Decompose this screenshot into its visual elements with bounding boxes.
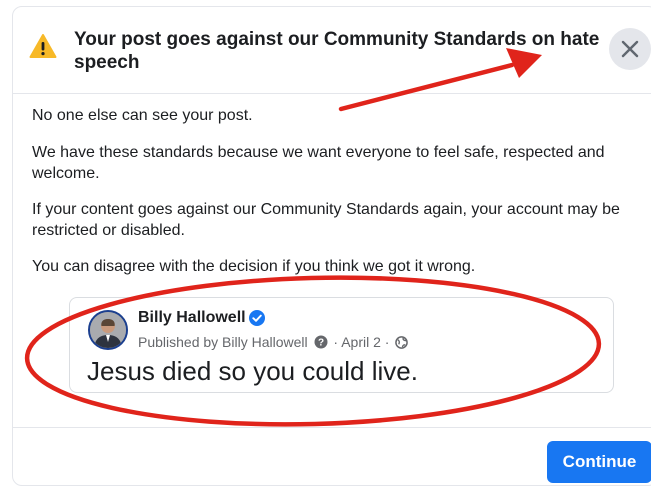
private-notice-text: No one else can see your post. <box>32 107 253 124</box>
disagree-text: You can disagree with the decision if yo… <box>32 258 476 275</box>
close-x-icon <box>621 40 639 58</box>
warning-triangle-icon <box>29 34 57 58</box>
post-meta: Published by Billy Hallowell ? · April 2… <box>138 334 410 350</box>
help-icon[interactable]: ? <box>314 335 328 349</box>
svg-text:?: ? <box>317 338 323 349</box>
restriction-warning-text: If your content goes against our Communi… <box>32 201 620 239</box>
published-by-text: Published by Billy Hallowell <box>138 334 308 350</box>
avatar <box>88 310 128 350</box>
meta-separator: · <box>384 334 390 350</box>
close-button[interactable] <box>609 28 651 70</box>
dialog-header: Your post goes against our Community Sta… <box>13 7 651 94</box>
globe-icon <box>395 336 409 349</box>
post-date[interactable]: April 2 <box>341 334 381 350</box>
continue-button[interactable]: Continue <box>547 441 651 483</box>
footer-divider <box>13 427 651 428</box>
dialog-title: Your post goes against our Community Sta… <box>74 29 600 73</box>
post-preview-card: Billy Hallowell Published by Billy Hallo… <box>69 297 614 393</box>
post-content-text: Jesus died so you could live. <box>87 356 418 386</box>
community-standards-dialog: Your post goes against our Community Sta… <box>12 6 651 486</box>
standards-reason-text: We have these standards because we want … <box>32 144 605 182</box>
post-author-name[interactable]: Billy Hallowell <box>138 309 246 327</box>
meta-separator: · <box>333 334 339 350</box>
verified-badge-icon <box>249 310 265 326</box>
